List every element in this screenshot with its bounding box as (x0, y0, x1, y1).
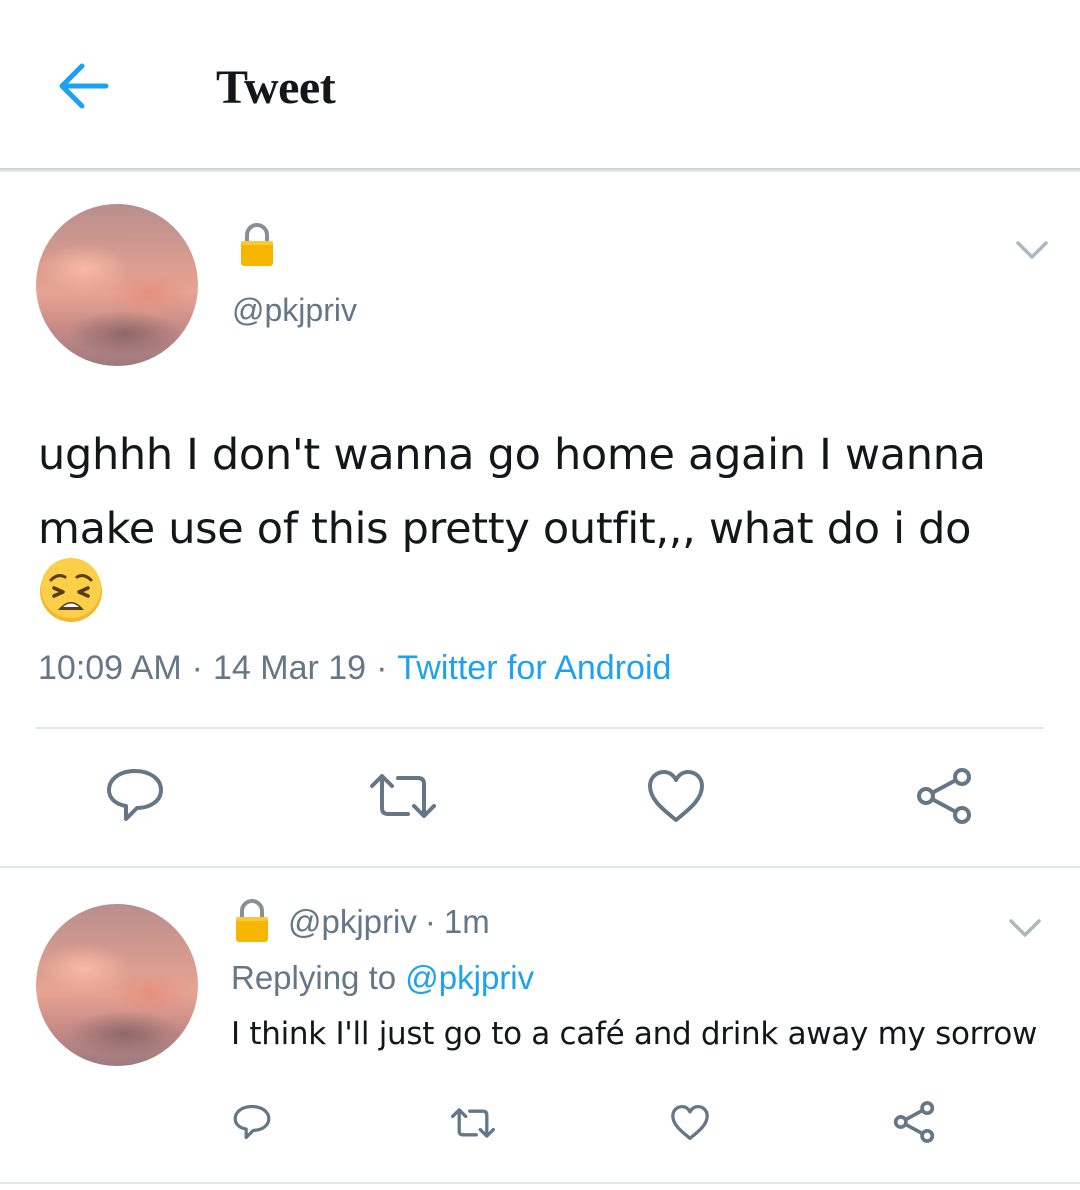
tweet-client-link[interactable]: Twitter for Android (397, 649, 671, 687)
reply-age: 1m (443, 903, 490, 940)
divider (0, 1182, 1080, 1184)
lock-icon (241, 223, 273, 266)
author-handle[interactable]: @pkjpriv (232, 290, 357, 330)
header-divider (0, 168, 1080, 172)
chevron-down-icon[interactable] (1015, 239, 1049, 261)
reply-text: I think I'll just go to a café and drink… (231, 1016, 1038, 1052)
divider (0, 866, 1080, 868)
replying-to-mention[interactable]: @pkjpriv (405, 959, 534, 996)
heart-icon[interactable] (646, 768, 706, 824)
share-icon[interactable] (914, 766, 974, 826)
reply-author-meta: @pkjpriv · 1m (288, 901, 490, 943)
meta-separator: · (191, 649, 203, 687)
lock-icon (236, 899, 268, 942)
back-button[interactable] (52, 56, 116, 116)
replying-to-label: Replying to (231, 959, 397, 996)
reply-icon[interactable] (232, 1103, 272, 1141)
meta-separator: · (376, 649, 388, 687)
avatar[interactable] (36, 904, 198, 1066)
divider (36, 727, 1044, 729)
tweet-meta: 10:09 AM · 14 Mar 19 · Twitter for Android (38, 646, 671, 690)
retweet-icon[interactable] (368, 772, 438, 820)
chevron-down-icon[interactable] (1008, 917, 1042, 939)
app-header: Tweet (0, 0, 1080, 168)
replying-to: Replying to @pkjpriv (231, 956, 534, 1000)
arrow-left-icon (59, 63, 109, 109)
tweet-text: ughhh I don't wanna go home again I wann… (38, 430, 986, 554)
avatar[interactable] (36, 204, 198, 366)
share-icon[interactable] (892, 1100, 936, 1144)
tweet-time: 10:09 AM (38, 649, 182, 687)
page-title: Tweet (216, 61, 336, 114)
meta-separator: · (424, 903, 436, 940)
retweet-icon[interactable] (450, 1107, 496, 1139)
tweet-date: 14 Mar 19 (212, 649, 367, 687)
weary-face-emoji (40, 558, 102, 622)
reply-icon[interactable] (104, 766, 166, 824)
heart-icon[interactable] (670, 1104, 710, 1141)
reply-author-handle[interactable]: @pkjpriv (288, 903, 417, 940)
